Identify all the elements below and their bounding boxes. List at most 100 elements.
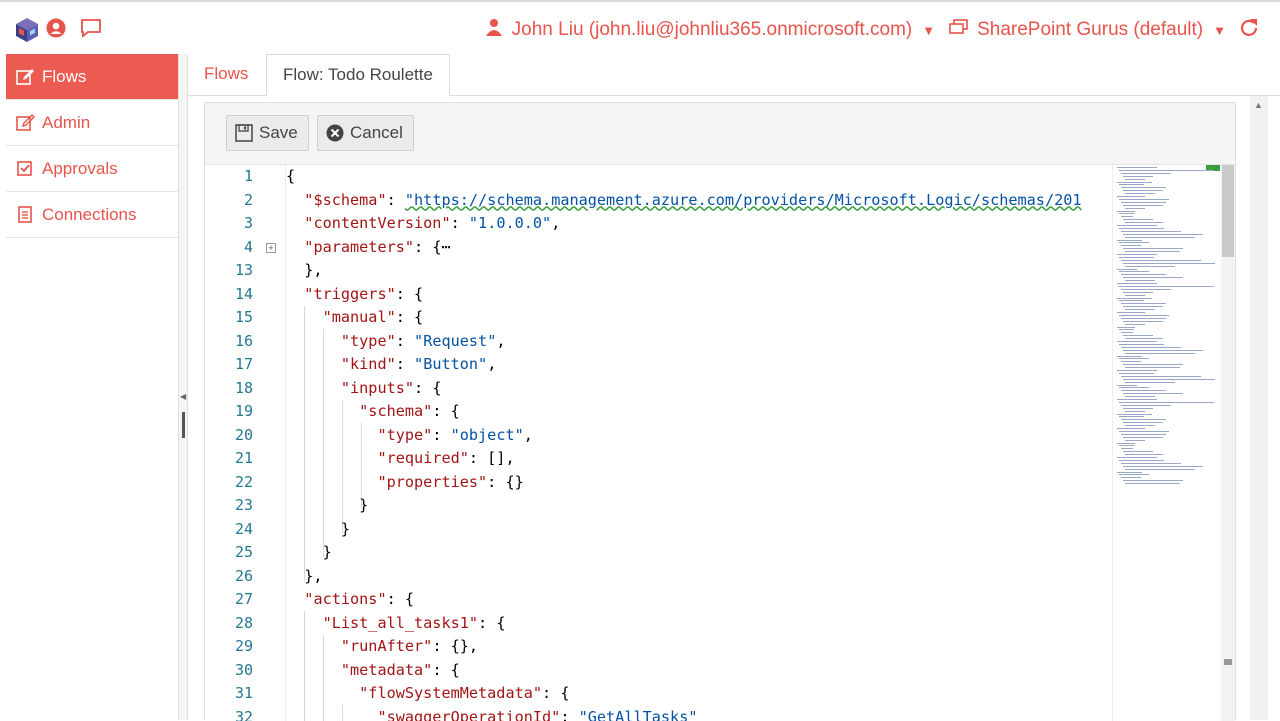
sidebar-item-label: Flows xyxy=(42,67,86,87)
code-line[interactable]: "swaggerOperationId": "GetAllTasks" xyxy=(286,708,697,721)
code-line[interactable]: }, xyxy=(286,261,323,279)
code-line[interactable]: "kind": "Button", xyxy=(286,355,496,373)
fold-toggle-icon[interactable]: + xyxy=(266,243,276,253)
code-line[interactable]: "schema": { xyxy=(286,402,460,420)
minimap-line xyxy=(1119,344,1164,345)
code-line[interactable]: "manual": { xyxy=(286,308,423,326)
code-line[interactable]: "contentVersion": "1.0.0.0", xyxy=(286,214,560,232)
line-number: 29 xyxy=(205,637,253,655)
minimap-line xyxy=(1121,347,1181,348)
editor-scrollbar-thumb[interactable] xyxy=(1222,165,1234,257)
minimap-line xyxy=(1117,399,1157,400)
minimap-line xyxy=(1117,167,1157,168)
minimap-line xyxy=(1117,443,1135,444)
minimap-line xyxy=(1123,234,1203,235)
minimap-line xyxy=(1121,289,1171,290)
environment-label[interactable]: SharePoint Gurus (default) xyxy=(977,19,1203,41)
code-line[interactable]: "triggers": { xyxy=(286,285,423,303)
profile-icon[interactable] xyxy=(46,18,66,43)
sidebar-item-connections[interactable]: Connections xyxy=(6,192,178,238)
line-number: 19 xyxy=(205,402,253,420)
code-line[interactable]: "type": "Request", xyxy=(286,332,506,350)
minimap-line xyxy=(1119,358,1149,359)
line-number: 31 xyxy=(205,684,253,702)
code-line[interactable]: } xyxy=(286,496,368,514)
minimap-line xyxy=(1121,216,1133,217)
code-line[interactable]: } xyxy=(286,520,350,538)
minimap-line xyxy=(1119,460,1164,461)
app-logo-cube-icon[interactable] xyxy=(14,17,40,48)
line-number: 28 xyxy=(205,614,253,632)
minimap-line xyxy=(1125,396,1155,397)
minimap-line xyxy=(1121,245,1141,246)
page-scrollbar[interactable]: ▲ xyxy=(1250,96,1268,720)
minimap-line xyxy=(1121,419,1166,420)
scroll-up-arrow-icon[interactable]: ▲ xyxy=(1254,100,1263,110)
minimap-line xyxy=(1117,428,1145,429)
minimap-line xyxy=(1119,286,1214,287)
code-line[interactable]: "parameters": {⋯ xyxy=(286,238,451,256)
minimap-line xyxy=(1123,335,1153,336)
line-number: 22 xyxy=(205,473,253,491)
code-lines[interactable]: { "$schema": "https://schema.management.… xyxy=(285,165,1112,721)
save-label: Save xyxy=(259,123,298,143)
caret-down-icon[interactable]: ▼ xyxy=(1213,23,1226,38)
line-number: 26 xyxy=(205,567,253,585)
minimap-line xyxy=(1125,237,1195,238)
tab-bar: Flows Flow: Todo Roulette xyxy=(188,54,1280,96)
minimap-line xyxy=(1119,184,1144,185)
splitter-handle[interactable] xyxy=(182,412,185,438)
user-label[interactable]: John Liu (john.liu@johnliu365.onmicrosof… xyxy=(512,19,913,41)
code-line[interactable]: "properties": {} xyxy=(286,473,524,491)
minimap-line xyxy=(1117,327,1135,328)
collapse-arrow-icon[interactable]: ◀ xyxy=(180,392,186,401)
minimap-line xyxy=(1123,219,1153,220)
minimap-line xyxy=(1121,448,1133,449)
code-line[interactable]: "required": [], xyxy=(286,449,515,467)
code-line[interactable]: } xyxy=(286,543,332,561)
code-editor[interactable]: 1234+13141516171819202122232425262728293… xyxy=(205,165,1235,721)
minimap-line xyxy=(1119,199,1169,200)
code-line[interactable]: "runAfter": {}, xyxy=(286,637,478,655)
caret-down-icon[interactable]: ▼ xyxy=(922,23,935,38)
minimap-line xyxy=(1121,274,1166,275)
code-line[interactable]: "actions": { xyxy=(286,590,414,608)
sidebar-item-approvals[interactable]: Approvals xyxy=(6,146,178,192)
minimap-line xyxy=(1117,457,1157,458)
code-line[interactable]: "type": "object", xyxy=(286,426,533,444)
minimap-line xyxy=(1125,251,1180,252)
editor-scrollbar[interactable] xyxy=(1221,165,1235,721)
sidebar-item-flows[interactable]: Flows xyxy=(6,54,178,100)
tab-flow-todo-roulette[interactable]: Flow: Todo Roulette xyxy=(266,54,450,97)
minimap-line xyxy=(1119,329,1134,330)
minimap-line xyxy=(1123,263,1215,264)
save-button[interactable]: Save xyxy=(226,115,309,151)
feedback-icon[interactable] xyxy=(80,18,102,43)
line-number: 20 xyxy=(205,426,253,444)
user-menu[interactable]: John Liu (john.liu@johnliu365.onmicrosof… xyxy=(486,17,1258,43)
minimap-line xyxy=(1123,292,1153,293)
code-line[interactable]: "inputs": { xyxy=(286,379,441,397)
minimap-line xyxy=(1119,387,1149,388)
tab-flows[interactable]: Flows xyxy=(188,54,264,96)
cancel-button[interactable]: Cancel xyxy=(317,115,414,151)
code-line[interactable]: "List_all_tasks1": { xyxy=(286,614,505,632)
code-line[interactable]: "flowSystemMetadata": { xyxy=(286,684,569,702)
refresh-icon[interactable] xyxy=(1240,17,1258,43)
minimap-line xyxy=(1117,341,1157,342)
line-number: 23 xyxy=(205,496,253,514)
sidebar-splitter[interactable]: ◀ xyxy=(178,54,188,720)
minimap-line xyxy=(1125,179,1145,180)
minimap-line xyxy=(1125,338,1163,339)
line-number: 15 xyxy=(205,308,253,326)
sidebar-item-admin[interactable]: Admin xyxy=(6,100,178,146)
code-minimap[interactable] xyxy=(1112,165,1220,721)
code-line[interactable]: "$schema": "https://schema.management.az… xyxy=(286,191,1082,209)
minimap-line xyxy=(1123,176,1153,177)
minimap-line xyxy=(1125,483,1180,484)
code-line[interactable]: "metadata": { xyxy=(286,661,460,679)
minimap-line xyxy=(1121,260,1201,261)
code-line[interactable]: }, xyxy=(286,567,323,585)
minimap-line xyxy=(1119,300,1144,301)
code-line[interactable]: { xyxy=(286,167,295,185)
